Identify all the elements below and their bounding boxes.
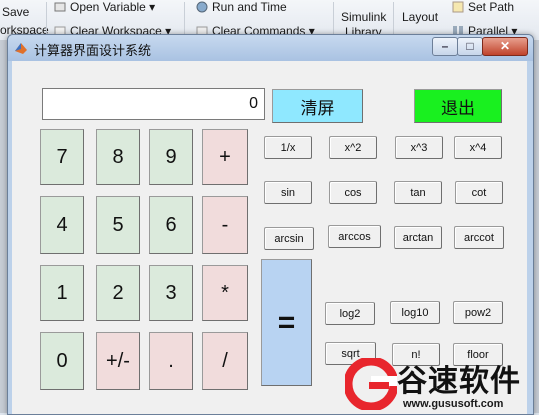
minimize-icon: – xyxy=(441,39,449,53)
arccos-button[interactable]: arccos xyxy=(328,225,381,248)
equals-button[interactable]: = xyxy=(261,259,312,386)
plus-button[interactable]: + xyxy=(202,129,248,185)
maximize-button[interactable]: □ xyxy=(457,37,483,56)
matlab-logo-icon xyxy=(14,41,28,55)
toolstrip-separator xyxy=(46,2,47,36)
key-4[interactable]: 4 xyxy=(40,196,84,254)
decimal-point-button[interactable]: . xyxy=(149,332,193,390)
key-8[interactable]: 8 xyxy=(96,129,140,185)
run-and-time-button[interactable]: Run and Time xyxy=(196,0,287,14)
open-variable-label: Open Variable ▾ xyxy=(70,0,156,14)
divide-button[interactable]: / xyxy=(202,332,248,390)
key-7[interactable]: 7 xyxy=(40,129,84,185)
negate-button[interactable]: +/- xyxy=(96,332,140,390)
toolstrip-separator xyxy=(393,2,394,36)
window-title: 计算器界面设计系统 xyxy=(34,44,152,59)
multiply-button[interactable]: * xyxy=(202,265,248,321)
close-button[interactable]: ✕ xyxy=(482,37,528,56)
reciprocal-button[interactable]: 1/x xyxy=(264,136,312,159)
cot-button[interactable]: cot xyxy=(455,181,503,204)
simulink-library-button[interactable]: Simulink xyxy=(341,10,386,24)
log2-button[interactable]: log2 xyxy=(325,302,375,325)
log10-button[interactable]: log10 xyxy=(390,301,440,324)
key-6[interactable]: 6 xyxy=(149,196,193,254)
watermark-brand: 谷速软件 xyxy=(397,364,521,399)
square-button[interactable]: x^2 xyxy=(329,136,377,159)
pow2-button[interactable]: pow2 xyxy=(453,301,503,324)
arcsin-button[interactable]: arcsin xyxy=(264,227,314,250)
run-and-time-icon xyxy=(196,1,208,13)
quit-button[interactable]: 退出 xyxy=(414,89,502,123)
key-1[interactable]: 1 xyxy=(40,265,84,321)
arccot-button[interactable]: arccot xyxy=(454,226,504,249)
save-label: Save xyxy=(2,5,30,19)
set-path-icon xyxy=(452,1,464,13)
fourth-power-button[interactable]: x^4 xyxy=(454,136,502,159)
key-0[interactable]: 0 xyxy=(40,332,84,390)
watermark-logo-icon xyxy=(345,358,397,410)
clear-button[interactable]: 清屏 xyxy=(272,89,363,123)
close-icon: ✕ xyxy=(499,39,511,53)
layout-button[interactable]: Layout xyxy=(402,10,438,24)
set-path-button[interactable]: Set Path xyxy=(452,0,514,14)
run-and-time-label: Run and Time xyxy=(212,0,287,14)
watermark: 谷速软件 www.gususoft.com xyxy=(345,354,539,413)
key-5[interactable]: 5 xyxy=(96,196,140,254)
key-3[interactable]: 3 xyxy=(149,265,193,321)
open-variable-icon xyxy=(54,1,66,13)
tan-button[interactable]: tan xyxy=(394,181,442,204)
key-9[interactable]: 9 xyxy=(149,129,193,185)
maximize-icon: □ xyxy=(466,39,474,53)
open-variable-button[interactable]: Open Variable ▾ xyxy=(54,0,155,14)
minus-button[interactable]: - xyxy=(202,196,248,254)
arctan-button[interactable]: arctan xyxy=(394,226,442,249)
save-workspace-button[interactable]: Save xyxy=(2,5,29,19)
watermark-url: www.gususoft.com xyxy=(403,398,504,410)
toolstrip-separator xyxy=(184,2,185,36)
set-path-label: Set Path xyxy=(468,0,515,14)
cos-button[interactable]: cos xyxy=(329,181,377,204)
sin-button[interactable]: sin xyxy=(264,181,312,204)
minimize-button[interactable]: – xyxy=(432,37,458,56)
layout-label: Layout xyxy=(402,10,439,24)
window-titlebar[interactable]: 计算器界面设计系统 – □ ✕ xyxy=(8,35,533,61)
cube-button[interactable]: x^3 xyxy=(395,136,443,159)
result-display[interactable]: 0 xyxy=(42,88,265,120)
key-2[interactable]: 2 xyxy=(96,265,140,321)
toolstrip-separator xyxy=(333,2,334,36)
simulink-label: Simulink xyxy=(341,10,387,24)
